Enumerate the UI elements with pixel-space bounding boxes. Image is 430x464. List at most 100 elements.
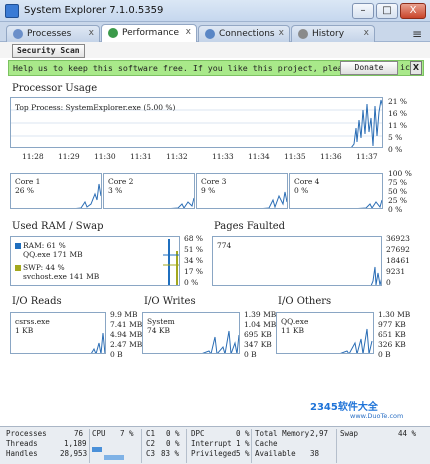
ram-label: RAM: 61 % <box>23 241 66 250</box>
status-bar: Processes 76 Threads 1,189 Handles 28,95… <box>0 426 430 464</box>
maximize-button[interactable]: □ <box>376 3 398 19</box>
time-label: 11:30 <box>94 152 116 161</box>
core-value: 3 % <box>108 186 123 195</box>
axis-label: 0 B <box>110 350 123 359</box>
axis-label: 68 % <box>184 234 204 243</box>
watermark-logo: 2345软件大全 <box>310 402 378 413</box>
status-total-memory-label: Total Memory <box>255 429 310 438</box>
io-others-process: QQ.exe <box>281 317 309 326</box>
axis-label: 18461 <box>386 256 410 265</box>
io-writes-value: 74 KB <box>147 326 171 335</box>
status-available-label: Available <box>255 449 296 458</box>
status-divider <box>186 429 187 463</box>
status-swap-value: 44 % <box>398 429 417 438</box>
io-writes-graph: System 74 KB <box>142 312 240 354</box>
ram-legend: RAM: 61 % <box>15 241 66 250</box>
tab-processes[interactable]: Processes x <box>6 25 100 42</box>
status-dpc-value: 0 % <box>236 429 250 438</box>
core-value: 26 % <box>15 186 35 195</box>
io-reads-title: I/O Reads <box>12 296 62 307</box>
axis-label: 7.41 MB <box>110 320 143 329</box>
status-available-value: 38 <box>310 449 320 458</box>
axis-label: 977 KB <box>378 320 406 329</box>
swap-color-swatch <box>15 265 21 271</box>
time-label: 11:37 <box>356 152 378 161</box>
axis-label: 0 % <box>388 205 403 214</box>
banner-close-button[interactable]: X <box>410 61 422 75</box>
pages-faulted-line <box>370 266 381 285</box>
axis-label: 36923 <box>386 234 410 243</box>
ram-process: QQ.exe 171 MB <box>23 250 83 259</box>
status-threads-label: Threads <box>6 439 38 448</box>
axis-label: 1.04 MB <box>244 320 277 329</box>
status-c3-value: 83 % <box>161 449 180 458</box>
axis-label: 11 % <box>388 121 408 130</box>
core-3-graph: Core 3 9 % <box>196 173 288 209</box>
status-threads-value: 1,189 <box>64 439 87 448</box>
axis-label: 1.30 MB <box>378 310 411 319</box>
tab-label: Connections <box>219 29 275 39</box>
core-label: Core 1 <box>15 177 41 186</box>
ram-color-swatch <box>15 243 21 249</box>
donate-button[interactable]: Donate <box>340 61 398 75</box>
status-c1-value: 0 % <box>166 429 180 438</box>
title-bar: System Explorer 7.1.0.5359 – □ X <box>0 0 430 22</box>
tab-connections[interactable]: Connections x <box>198 25 290 42</box>
connections-icon <box>205 29 215 39</box>
status-cpu-bar <box>92 447 102 452</box>
top-process-label: Top Process: SystemExplorer.exe (5.00 %) <box>15 103 176 112</box>
pages-faulted-value: 774 <box>217 241 232 250</box>
status-cpu-value: 7 % <box>120 429 134 438</box>
axis-label: 695 KB <box>244 330 272 339</box>
status-divider <box>141 429 142 463</box>
axis-label: 34 % <box>184 256 204 265</box>
core-1-graph: Core 1 26 % <box>10 173 102 209</box>
processor-usage-title: Processor Usage <box>12 83 98 94</box>
axis-label: 21 % <box>388 97 408 106</box>
core-value: 9 % <box>201 186 216 195</box>
axis-label: 0 % <box>184 278 199 287</box>
core-2-graph: Core 2 3 % <box>103 173 195 209</box>
status-cache-label: Cache <box>255 439 278 448</box>
time-label: 11:28 <box>22 152 44 161</box>
close-tab-icon[interactable]: x <box>89 28 94 38</box>
status-privileged-label: Privileged <box>191 449 237 458</box>
watermark-url: www.DuoTe.com <box>350 412 404 420</box>
status-total-memory-value: 2,97 <box>310 429 329 438</box>
time-label: 11:34 <box>248 152 270 161</box>
menu-icon[interactable]: ≡ <box>412 27 422 41</box>
close-button[interactable]: X <box>400 3 426 19</box>
close-tab-icon[interactable]: x <box>279 28 284 38</box>
axis-label: 51 % <box>184 245 204 254</box>
minimize-button[interactable]: – <box>352 3 374 19</box>
status-interrupt-label: Interrupt <box>191 439 232 448</box>
status-swap-label: Swap <box>340 429 359 438</box>
axis-label: 16 % <box>388 109 408 118</box>
axis-label: 0 B <box>244 350 257 359</box>
status-divider <box>89 429 90 463</box>
processor-graph: Top Process: SystemExplorer.exe (5.00 %) <box>10 97 383 148</box>
tab-performance[interactable]: Performance x <box>101 24 197 43</box>
history-icon <box>298 29 308 39</box>
swap-legend: SWP: 44 % <box>15 263 65 272</box>
io-reads-process: csrss.exe <box>15 317 50 326</box>
status-divider <box>336 429 337 463</box>
banner-text-tail: ic <box>400 62 410 72</box>
security-scan-button[interactable]: Security Scan <box>12 44 85 58</box>
app-icon <box>5 4 19 18</box>
time-label: 11:33 <box>212 152 234 161</box>
close-tab-icon[interactable]: x <box>186 27 191 37</box>
time-label: 11:32 <box>166 152 188 161</box>
close-tab-icon[interactable]: x <box>364 28 369 38</box>
axis-label: 651 KB <box>378 330 406 339</box>
axis-label: 100 % <box>388 169 412 178</box>
window-title: System Explorer 7.1.0.5359 <box>24 5 164 16</box>
tab-history[interactable]: History x <box>291 25 375 42</box>
status-handles-value: 28,953 <box>60 449 88 458</box>
axis-label: 9.9 MB <box>110 310 138 319</box>
pages-faulted-title: Pages Faulted <box>214 221 286 232</box>
axis-label: 4.94 MB <box>110 330 143 339</box>
performance-icon <box>108 28 118 38</box>
axis-label: 25 % <box>388 196 408 205</box>
status-c2-value: 0 % <box>166 439 180 448</box>
